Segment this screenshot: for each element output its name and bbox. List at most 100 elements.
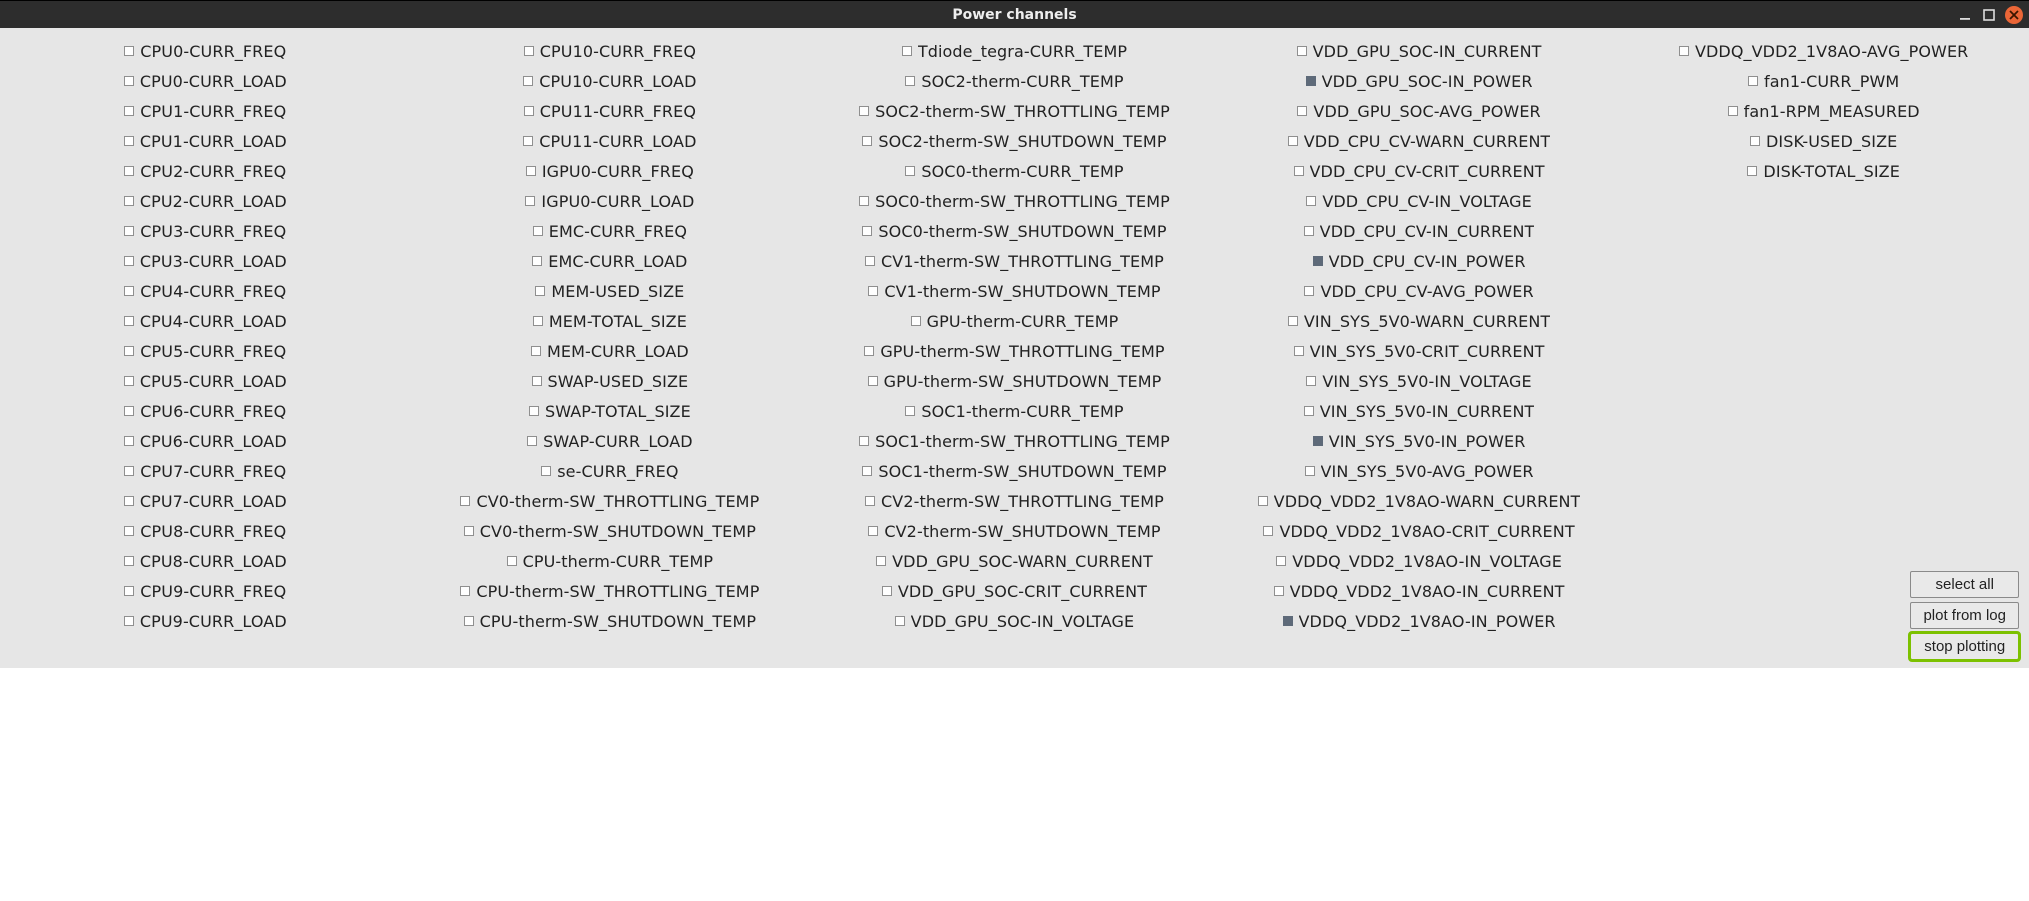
channel-checkbox[interactable] bbox=[524, 46, 534, 56]
channel-row[interactable]: VDDQ_VDD2_1V8AO-IN_VOLTAGE bbox=[1224, 546, 1615, 576]
channel-checkbox[interactable] bbox=[533, 316, 543, 326]
channel-checkbox[interactable] bbox=[905, 166, 915, 176]
channel-row[interactable]: CPU-therm-SW_THROTTLING_TEMP bbox=[415, 576, 806, 606]
channel-row[interactable]: CPU5-CURR_FREQ bbox=[10, 336, 401, 366]
channel-row[interactable]: CPU1-CURR_LOAD bbox=[10, 126, 401, 156]
channel-row[interactable]: MEM-USED_SIZE bbox=[415, 276, 806, 306]
channel-checkbox[interactable] bbox=[529, 406, 539, 416]
channel-row[interactable]: DISK-TOTAL_SIZE bbox=[1628, 156, 2019, 186]
channel-checkbox[interactable] bbox=[1304, 226, 1314, 236]
channel-checkbox[interactable] bbox=[876, 556, 886, 566]
channel-checkbox[interactable] bbox=[895, 616, 905, 626]
channel-row[interactable]: CV2-therm-SW_THROTTLING_TEMP bbox=[819, 486, 1210, 516]
channel-checkbox[interactable] bbox=[865, 256, 875, 266]
channel-row[interactable]: VDDQ_VDD2_1V8AO-AVG_POWER bbox=[1628, 36, 2019, 66]
channel-checkbox[interactable] bbox=[1283, 616, 1293, 626]
channel-row[interactable]: VDD_CPU_CV-IN_VOLTAGE bbox=[1224, 186, 1615, 216]
channel-row[interactable]: CPU4-CURR_LOAD bbox=[10, 306, 401, 336]
channel-checkbox[interactable] bbox=[533, 226, 543, 236]
channel-row[interactable]: SOC1-therm-CURR_TEMP bbox=[819, 396, 1210, 426]
channel-row[interactable]: CPU9-CURR_FREQ bbox=[10, 576, 401, 606]
channel-row[interactable]: CPU11-CURR_LOAD bbox=[415, 126, 806, 156]
channel-checkbox[interactable] bbox=[124, 496, 134, 506]
channel-checkbox[interactable] bbox=[124, 136, 134, 146]
channel-row[interactable]: SOC0-therm-SW_THROTTLING_TEMP bbox=[819, 186, 1210, 216]
channel-row[interactable]: VDD_GPU_SOC-AVG_POWER bbox=[1224, 96, 1615, 126]
channel-checkbox[interactable] bbox=[524, 106, 534, 116]
channel-row[interactable]: VDD_GPU_SOC-IN_CURRENT bbox=[1224, 36, 1615, 66]
channel-checkbox[interactable] bbox=[507, 556, 517, 566]
channel-checkbox[interactable] bbox=[862, 136, 872, 146]
channel-row[interactable]: VDD_GPU_SOC-IN_POWER bbox=[1224, 66, 1615, 96]
channel-row[interactable]: VDD_GPU_SOC-IN_VOLTAGE bbox=[819, 606, 1210, 636]
window-minimize-button[interactable] bbox=[1957, 7, 1973, 23]
channel-checkbox[interactable] bbox=[1288, 136, 1298, 146]
channel-checkbox[interactable] bbox=[523, 136, 533, 146]
channel-checkbox[interactable] bbox=[859, 106, 869, 116]
channel-row[interactable]: CV1-therm-SW_SHUTDOWN_TEMP bbox=[819, 276, 1210, 306]
channel-row[interactable]: IGPU0-CURR_LOAD bbox=[415, 186, 806, 216]
channel-checkbox[interactable] bbox=[523, 76, 533, 86]
stop-plotting-button[interactable]: stop plotting bbox=[1910, 633, 2019, 660]
channel-checkbox[interactable] bbox=[124, 586, 134, 596]
channel-checkbox[interactable] bbox=[1288, 316, 1298, 326]
channel-checkbox[interactable] bbox=[905, 76, 915, 86]
select-all-button[interactable]: select all bbox=[1910, 571, 2019, 598]
channel-row[interactable]: VDDQ_VDD2_1V8AO-IN_POWER bbox=[1224, 606, 1615, 636]
channel-row[interactable]: VDDQ_VDD2_1V8AO-WARN_CURRENT bbox=[1224, 486, 1615, 516]
channel-checkbox[interactable] bbox=[1306, 76, 1316, 86]
channel-row[interactable]: MEM-CURR_LOAD bbox=[415, 336, 806, 366]
channel-checkbox[interactable] bbox=[864, 346, 874, 356]
channel-row[interactable]: VDD_CPU_CV-CRIT_CURRENT bbox=[1224, 156, 1615, 186]
channel-row[interactable]: SOC1-therm-SW_THROTTLING_TEMP bbox=[819, 426, 1210, 456]
channel-checkbox[interactable] bbox=[1306, 376, 1316, 386]
channel-row[interactable]: CV0-therm-SW_SHUTDOWN_TEMP bbox=[415, 516, 806, 546]
channel-row[interactable]: se-CURR_FREQ bbox=[415, 456, 806, 486]
channel-checkbox[interactable] bbox=[124, 316, 134, 326]
channel-checkbox[interactable] bbox=[460, 496, 470, 506]
channel-row[interactable]: GPU-therm-SW_SHUTDOWN_TEMP bbox=[819, 366, 1210, 396]
channel-checkbox[interactable] bbox=[868, 526, 878, 536]
channel-checkbox[interactable] bbox=[1679, 46, 1689, 56]
channel-row[interactable]: CPU2-CURR_FREQ bbox=[10, 156, 401, 186]
channel-row[interactable]: EMC-CURR_LOAD bbox=[415, 246, 806, 276]
channel-checkbox[interactable] bbox=[1313, 256, 1323, 266]
plot-from-log-button[interactable]: plot from log bbox=[1910, 602, 2019, 629]
channel-row[interactable]: CPU10-CURR_LOAD bbox=[415, 66, 806, 96]
channel-row[interactable]: VIN_SYS_5V0-IN_POWER bbox=[1224, 426, 1615, 456]
channel-row[interactable]: GPU-therm-CURR_TEMP bbox=[819, 306, 1210, 336]
channel-checkbox[interactable] bbox=[865, 496, 875, 506]
channel-row[interactable]: CPU1-CURR_FREQ bbox=[10, 96, 401, 126]
channel-row[interactable]: GPU-therm-SW_THROTTLING_TEMP bbox=[819, 336, 1210, 366]
channel-checkbox[interactable] bbox=[124, 406, 134, 416]
channel-checkbox[interactable] bbox=[124, 76, 134, 86]
channel-checkbox[interactable] bbox=[464, 616, 474, 626]
channel-checkbox[interactable] bbox=[526, 166, 536, 176]
channel-checkbox[interactable] bbox=[527, 436, 537, 446]
channel-row[interactable]: IGPU0-CURR_FREQ bbox=[415, 156, 806, 186]
channel-checkbox[interactable] bbox=[1294, 166, 1304, 176]
channel-row[interactable]: SOC2-therm-SW_SHUTDOWN_TEMP bbox=[819, 126, 1210, 156]
channel-checkbox[interactable] bbox=[124, 616, 134, 626]
channel-row[interactable]: CPU7-CURR_FREQ bbox=[10, 456, 401, 486]
channel-row[interactable]: fan1-CURR_PWM bbox=[1628, 66, 2019, 96]
channel-checkbox[interactable] bbox=[124, 286, 134, 296]
channel-checkbox[interactable] bbox=[124, 226, 134, 236]
channel-checkbox[interactable] bbox=[868, 286, 878, 296]
channel-row[interactable]: VDD_CPU_CV-IN_POWER bbox=[1224, 246, 1615, 276]
channel-row[interactable]: SWAP-TOTAL_SIZE bbox=[415, 396, 806, 426]
channel-checkbox[interactable] bbox=[535, 286, 545, 296]
channel-row[interactable]: CPU4-CURR_FREQ bbox=[10, 276, 401, 306]
channel-row[interactable]: SOC2-therm-SW_THROTTLING_TEMP bbox=[819, 96, 1210, 126]
channel-checkbox[interactable] bbox=[1313, 436, 1323, 446]
channel-row[interactable]: VIN_SYS_5V0-CRIT_CURRENT bbox=[1224, 336, 1615, 366]
channel-row[interactable]: VDD_CPU_CV-IN_CURRENT bbox=[1224, 216, 1615, 246]
channel-row[interactable]: SOC0-therm-SW_SHUTDOWN_TEMP bbox=[819, 216, 1210, 246]
channel-checkbox[interactable] bbox=[124, 526, 134, 536]
channel-row[interactable]: VDD_GPU_SOC-WARN_CURRENT bbox=[819, 546, 1210, 576]
channel-row[interactable]: fan1-RPM_MEASURED bbox=[1628, 96, 2019, 126]
channel-row[interactable]: CPU6-CURR_LOAD bbox=[10, 426, 401, 456]
channel-row[interactable]: DISK-USED_SIZE bbox=[1628, 126, 2019, 156]
channel-checkbox[interactable] bbox=[532, 376, 542, 386]
channel-checkbox[interactable] bbox=[1263, 526, 1273, 536]
